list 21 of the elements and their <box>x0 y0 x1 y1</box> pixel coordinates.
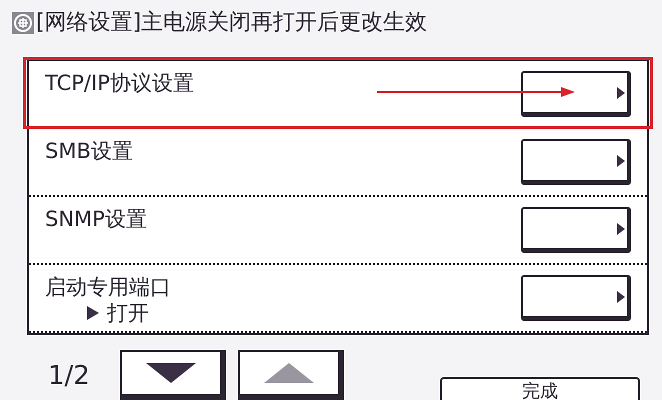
caret-right-icon <box>617 222 625 235</box>
window-title: [网络设置]主电源关闭再打开后更改生效 <box>36 12 428 34</box>
setting-label: SMB设置 <box>45 139 133 164</box>
page-down-button[interactable] <box>120 350 226 400</box>
open-setting-button[interactable] <box>521 139 631 186</box>
setting-label: SNMP设置 <box>45 207 147 232</box>
caret-right-icon <box>617 290 625 303</box>
open-setting-button[interactable] <box>521 71 631 118</box>
triangle-up-icon <box>264 363 314 383</box>
caret-right-icon <box>617 154 625 167</box>
network-icon <box>12 12 34 34</box>
setting-label: TCP/IP协议设置 <box>45 71 194 96</box>
open-setting-button[interactable] <box>521 207 631 254</box>
triangle-down-icon <box>146 363 196 383</box>
pointer-icon <box>87 306 99 320</box>
done-button[interactable]: 完成 <box>440 377 640 400</box>
open-setting-button[interactable] <box>521 275 631 322</box>
caret-right-icon <box>617 86 625 99</box>
setting-label: 启动专用端口 <box>45 275 171 300</box>
setting-value: 打开 <box>107 301 149 326</box>
page-indicator: 1/2 <box>48 360 90 393</box>
